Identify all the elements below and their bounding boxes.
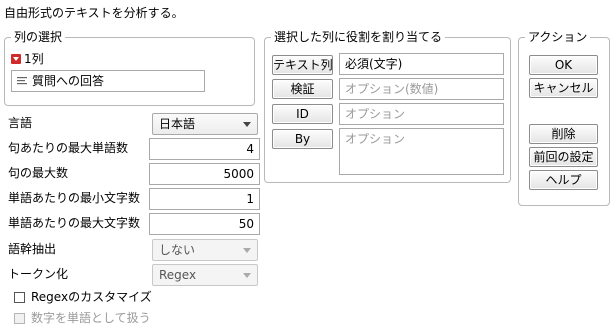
action-title: アクション <box>525 29 591 45</box>
role-assign-group: 選択した列に役割を割り当てる テキスト列 必須(文字) 検証 オプション(数値)… <box>264 29 511 183</box>
disclosure-icon <box>11 54 21 64</box>
stemming-select-value: しない <box>159 243 196 257</box>
language-select-value: 日本語 <box>159 117 196 131</box>
tokenizing-select-value: Regex <box>159 268 197 282</box>
column-select-title: 列の選択 <box>11 29 66 45</box>
validation-role-button[interactable]: 検証 <box>272 79 333 99</box>
remove-button[interactable]: 削除 <box>529 124 598 144</box>
text-column-role-field[interactable]: 必須(文字) <box>339 53 504 75</box>
column-list-item[interactable]: 質問への回答 <box>14 73 202 89</box>
column-count-label: 1列 <box>24 52 44 66</box>
instruction-text: 自由形式のテキストを分析する。 <box>4 6 184 20</box>
chevron-down-icon <box>243 248 251 253</box>
chevron-down-icon <box>243 273 251 278</box>
column-select-group: 列の選択 1列 質問への回答 <box>4 29 255 106</box>
language-select[interactable]: 日本語 <box>152 113 258 135</box>
character-column-icon <box>17 76 27 85</box>
treat-numbers-as-words-label: 数字を単語として扱う <box>31 311 151 325</box>
stemming-label: 語幹抽出 <box>8 242 57 256</box>
cancel-button[interactable]: キャンセル <box>529 78 598 98</box>
help-button[interactable]: ヘルプ <box>529 170 598 190</box>
max-words-per-phrase-input[interactable]: 4 <box>149 138 260 160</box>
validation-role-field[interactable]: オプション(数値) <box>339 78 504 100</box>
max-words-per-phrase-label: 句あたりの最大単語数 <box>8 141 129 155</box>
language-label: 言語 <box>8 116 33 130</box>
min-chars-per-word-label: 単語あたりの最小文字数 <box>8 191 141 205</box>
by-role-field[interactable]: オプション <box>339 128 504 175</box>
treat-numbers-as-words-checkbox[interactable] <box>14 313 25 324</box>
column-list[interactable]: 質問への回答 <box>11 70 205 92</box>
customize-regex-label: Regexのカスタマイズ <box>31 290 152 304</box>
chevron-down-icon <box>243 122 251 127</box>
column-count-toggle[interactable]: 1列 <box>11 51 71 67</box>
stemming-select[interactable]: しない <box>152 239 258 261</box>
recall-button[interactable]: 前回の設定 <box>529 147 598 167</box>
max-phrases-label: 句の最大数 <box>8 166 69 180</box>
text-column-role-button[interactable]: テキスト列 <box>272 55 333 75</box>
min-chars-per-word-input[interactable]: 1 <box>149 188 260 210</box>
id-role-button[interactable]: ID <box>272 104 333 124</box>
ok-button[interactable]: OK <box>529 55 598 75</box>
tokenizing-label: トークン化 <box>8 267 69 281</box>
max-phrases-input[interactable]: 5000 <box>149 163 260 185</box>
customize-regex-checkbox[interactable] <box>14 292 25 303</box>
tokenizing-select[interactable]: Regex <box>152 264 258 286</box>
max-chars-per-word-input[interactable]: 50 <box>149 213 260 235</box>
column-list-item-label: 質問への回答 <box>32 74 105 88</box>
by-role-button[interactable]: By <box>272 129 333 149</box>
action-group: アクション OK キャンセル 削除 前回の設定 ヘルプ <box>518 29 610 206</box>
role-assign-title: 選択した列に役割を割り当てる <box>271 29 446 45</box>
id-role-field[interactable]: オプション <box>339 103 504 125</box>
max-chars-per-word-label: 単語あたりの最大文字数 <box>8 216 141 230</box>
